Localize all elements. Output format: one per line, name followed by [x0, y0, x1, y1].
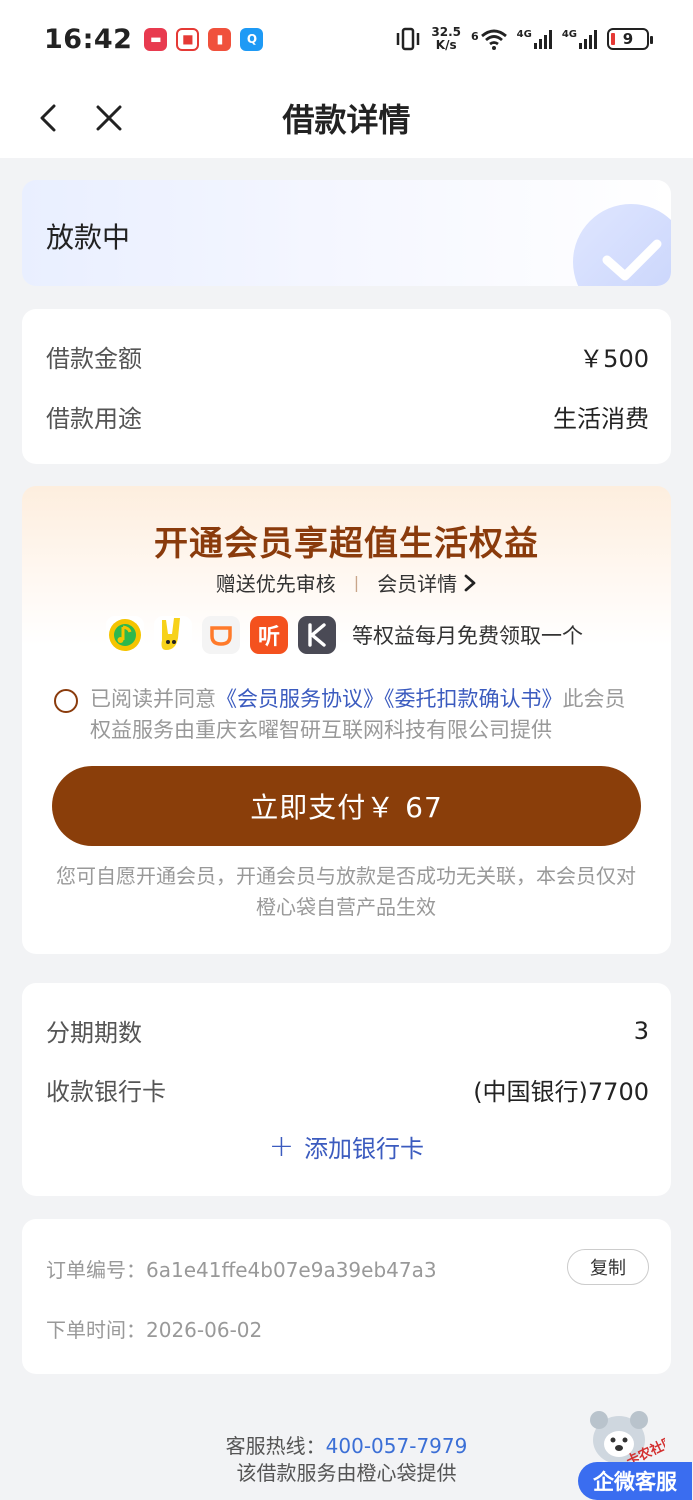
loan-details-card: 分期期数 3 收款银行卡 (中国银行)7700 + 添加银行卡 — [22, 983, 671, 1196]
signal-2: 4G — [562, 29, 597, 49]
order-number-label: 订单编号： — [46, 1258, 146, 1282]
battery-icon: 9 — [607, 28, 653, 50]
order-time-label: 下单时间： — [46, 1318, 146, 1342]
brands-text: 等权益每月免费领取一个 — [352, 624, 583, 648]
order-number-row: 订单编号：6a1e41ffe4b07e9a39eb47a3 — [46, 1254, 437, 1283]
wifi-badge: 6 — [471, 30, 479, 43]
agreement-row: 已阅读并同意《会员服务协议》《委托扣款确认书》此会员权益服务由重庆玄曜智研互联网… — [54, 684, 644, 746]
check-circle-icon — [573, 204, 671, 286]
membership-title: 开通会员享超值生活权益 — [154, 524, 539, 564]
app-notification-icon: ▬ — [144, 27, 168, 51]
purpose-value: 生活消费 — [553, 405, 649, 433]
term-row: 分期期数 3 — [46, 1013, 649, 1048]
battery-level: 9 — [622, 30, 634, 48]
app-notification-icon: ▮ — [208, 27, 232, 51]
membership-perk: 赠送优先审核 — [215, 572, 336, 596]
customer-service-button[interactable]: 企微客服 — [578, 1462, 692, 1500]
signal-1: 4G — [517, 29, 552, 49]
loan-status-card: 放款中 — [22, 180, 671, 286]
qq-music-icon — [106, 616, 144, 654]
search-app-icon: Q — [240, 27, 264, 51]
membership-detail-link[interactable]: 会员详情 — [377, 568, 477, 597]
term-label: 分期期数 — [46, 1019, 142, 1047]
status-indicators: 32.5 K/s 6 4G 4G 9 — [395, 25, 653, 52]
membership-disclaimer: 您可自愿开通会员，开通会员与放款是否成功无关联，本会员仅对橙心袋自营产品生效 — [56, 864, 636, 919]
term-value: 3 — [633, 1016, 649, 1045]
mango-tv-icon — [154, 616, 192, 654]
bank-card-label: 收款银行卡 — [46, 1078, 166, 1106]
hotline-link[interactable]: 400-057-7979 — [326, 1434, 468, 1458]
status-time: 16:42 — [44, 23, 133, 55]
status-bar: 16:42 ▬ ■ ▮ Q 32.5 K/s 6 4G 4G 9 — [0, 0, 693, 78]
purpose-row: 借款用途 生活消费 — [46, 399, 649, 434]
chevron-right-icon — [464, 574, 476, 591]
bank-card-value: (中国银行)7700 — [473, 1078, 649, 1106]
order-time-value: 2026-06-02 — [146, 1318, 263, 1342]
agreement-radio[interactable] — [54, 689, 78, 713]
membership-sub: 赠送优先审核 | 会员详情 — [22, 568, 671, 597]
agreement-text: 已阅读并同意《会员服务协议》《委托扣款确认书》此会员权益服务由重庆玄曜智研互联网… — [90, 687, 626, 742]
nav-bar: 借款详情 — [0, 78, 693, 158]
ting-icon: 听 — [250, 616, 288, 654]
didi-icon — [202, 616, 240, 654]
loan-status-text: 放款中 — [46, 221, 131, 254]
keep-icon — [298, 616, 336, 654]
membership-separator: | — [353, 573, 360, 592]
vibrate-icon — [397, 27, 420, 51]
close-icon[interactable] — [94, 100, 124, 136]
back-arrow-icon[interactable] — [34, 100, 64, 136]
signal-bars-icon — [533, 29, 552, 49]
order-card: 订单编号：6a1e41ffe4b07e9a39eb47a3 复制 下单时间：20… — [22, 1219, 671, 1374]
purpose-label: 借款用途 — [46, 405, 142, 433]
wifi-icon — [480, 29, 507, 50]
amount-value: ￥500 — [579, 345, 649, 373]
bank-card-row: 收款银行卡 (中国银行)7700 — [46, 1072, 649, 1107]
order-number-value: 6a1e41ffe4b07e9a39eb47a3 — [146, 1258, 437, 1282]
amount-label: 借款金额 — [46, 345, 142, 373]
status-app-icons: ▬ ■ ▮ Q — [144, 27, 264, 51]
loan-amount-card: 借款金额 ￥500 借款用途 生活消费 — [22, 309, 671, 464]
signal-bars-icon — [579, 29, 597, 49]
pay-now-button[interactable]: 立即支付￥ 67 — [52, 766, 641, 846]
amount-row: 借款金额 ￥500 — [46, 339, 649, 374]
order-time-row: 下单时间：2026-06-02 — [46, 1314, 262, 1343]
membership-card: 开通会员享超值生活权益 赠送优先审核 | 会员详情 听 等权益每月免费领取一个 … — [22, 486, 671, 954]
plus-icon: + — [268, 1128, 295, 1164]
debit-authorization-link[interactable]: 《委托扣款确认书》 — [384, 687, 563, 711]
app-notification-icon: ■ — [176, 27, 200, 51]
add-bank-card-button[interactable]: + 添加银行卡 — [22, 1129, 671, 1164]
copy-button[interactable]: 复制 — [567, 1249, 649, 1285]
member-service-agreement-link[interactable]: 《会员服务协议》 — [216, 687, 384, 711]
net-speed: 32.5 K/s — [431, 25, 461, 52]
brand-list: 听 等权益每月免费领取一个 — [106, 616, 583, 654]
